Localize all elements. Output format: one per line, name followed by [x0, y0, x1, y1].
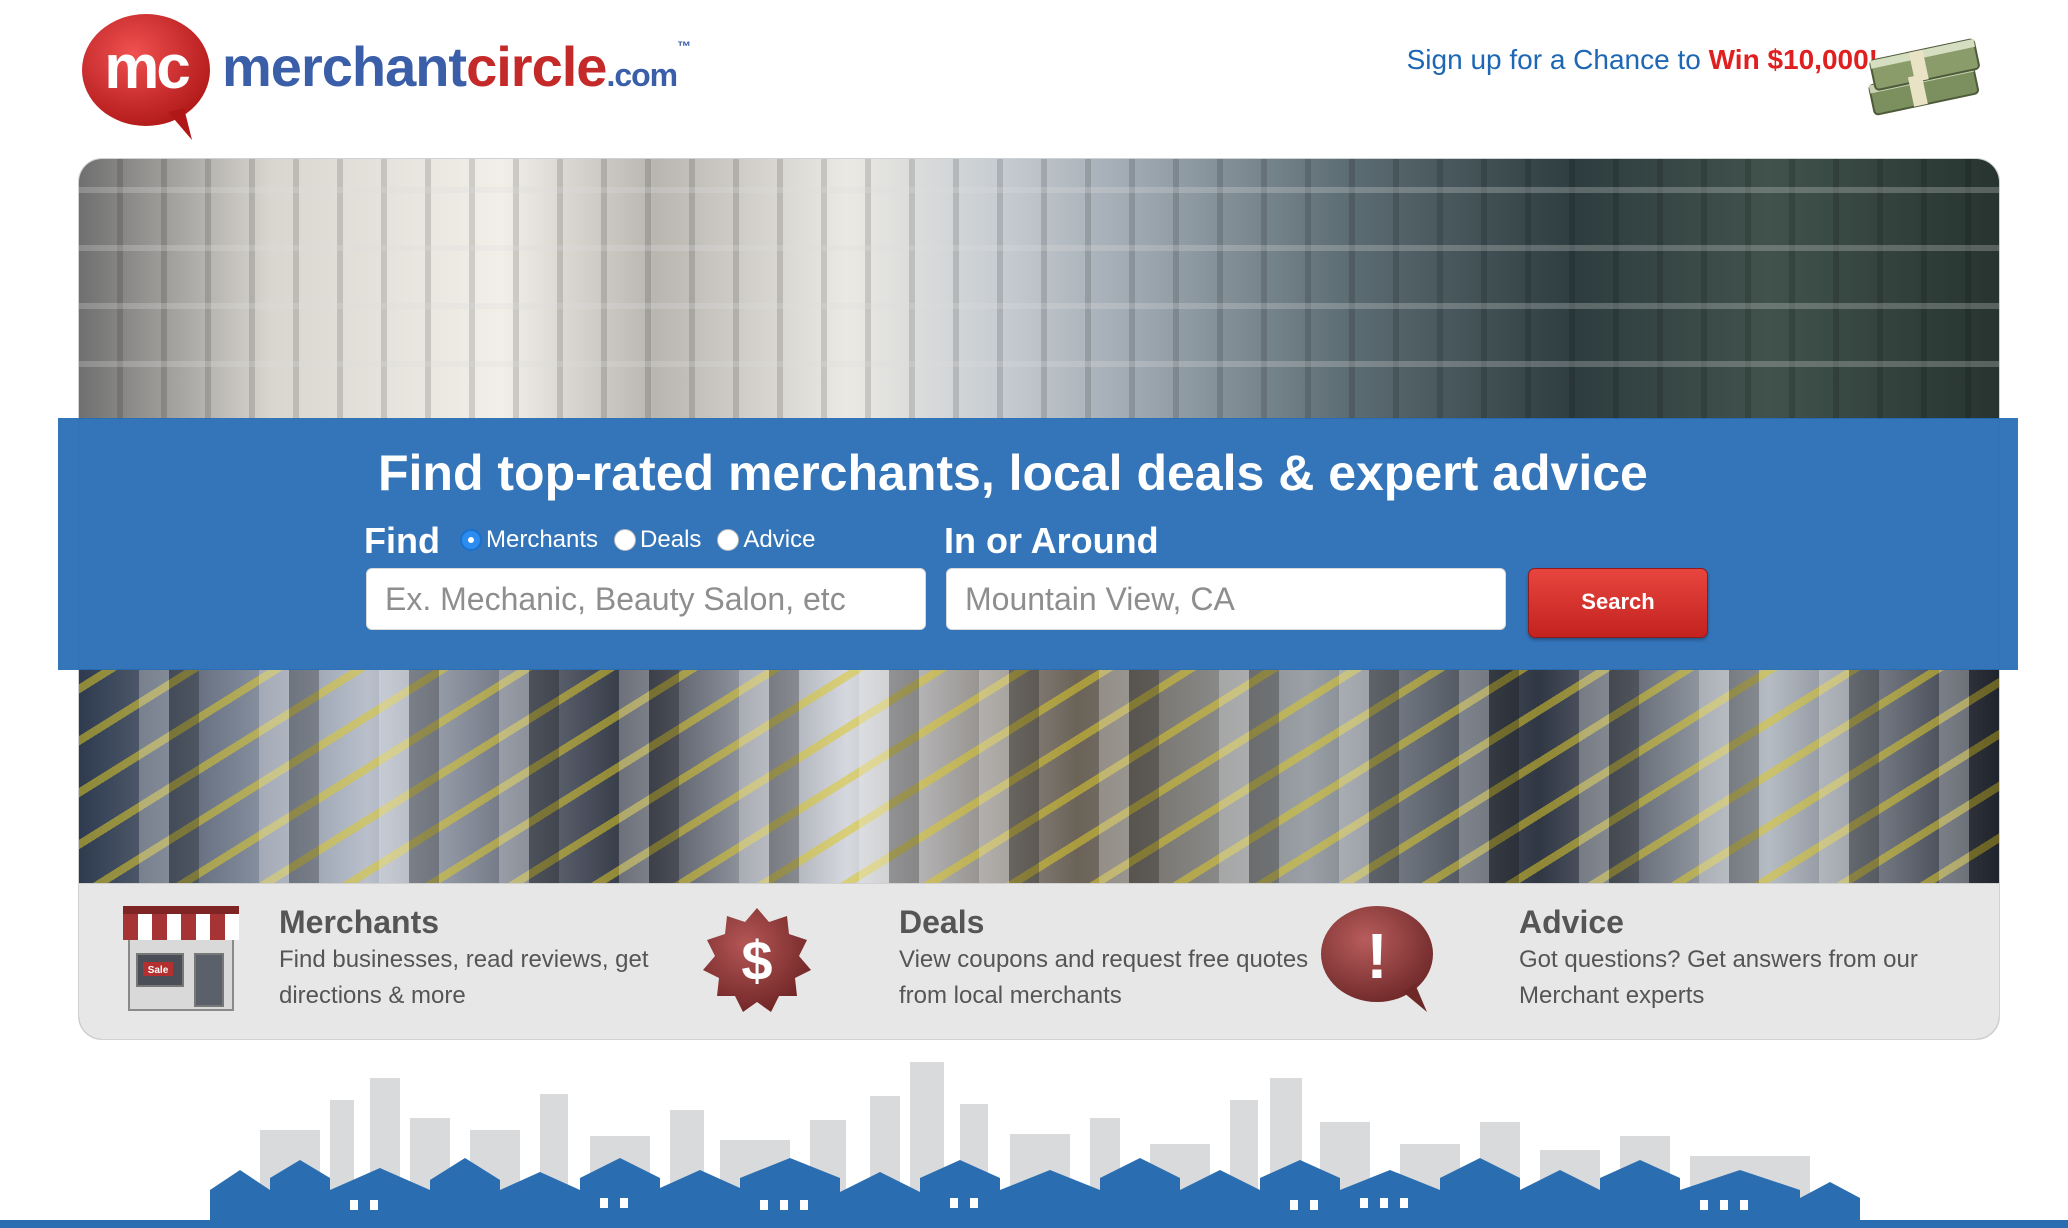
hero-headline: Find top-rated merchants, local deals & … — [378, 445, 1648, 501]
logo-word-merchant: merchant — [222, 34, 467, 98]
logo-trademark: ™ — [677, 37, 691, 54]
logo-word-circle: circle — [466, 34, 607, 98]
radio-label: Advice — [743, 526, 816, 553]
logo-badge-text: mc — [104, 33, 191, 102]
feature-title: Merchants — [279, 904, 440, 940]
dollar-sign: $ — [741, 929, 772, 992]
logo-wordmark: merchantcircle.com ™ — [222, 34, 691, 99]
storefront-icon: Sale — [123, 906, 239, 1011]
exclamation-mark: ! — [1366, 920, 1387, 992]
exclamation-bubble-icon: ! — [1321, 906, 1433, 1012]
promo-link[interactable]: Sign up for a Chance to Win $10,000! — [1407, 44, 1878, 76]
search-type-radios: Merchants Deals Advice — [460, 526, 831, 554]
radio-label: Deals — [640, 526, 702, 553]
storefront-sale-label: Sale — [148, 965, 169, 976]
radio-button[interactable] — [717, 529, 740, 551]
promo-text: Sign up for a Chance to — [1406, 44, 1709, 75]
features-bar: Sale Merchants Find businesses, read rev… — [79, 883, 1999, 1039]
radio-button-selected[interactable] — [460, 529, 482, 551]
radio-button[interactable] — [614, 529, 637, 551]
radio-advice[interactable]: Advice — [717, 526, 815, 554]
location-label: In or Around — [944, 520, 1159, 561]
cash-stack-icon[interactable] — [1854, 26, 1994, 126]
find-label: Find — [364, 520, 440, 561]
location-input[interactable] — [946, 568, 1506, 630]
logo-word-tld: .com — [606, 56, 678, 93]
search-panel: Find top-rated merchants, local deals & … — [58, 418, 2018, 670]
radio-label: Merchants — [486, 526, 599, 553]
site-logo[interactable]: mc merchantcircle.com ™ — [80, 8, 691, 140]
feature-description: View coupons and request free quotes fro… — [899, 946, 1309, 1009]
city-skyline-graphic — [0, 1062, 2068, 1228]
feature-description: Got questions? Get answers from our Merc… — [1519, 946, 1918, 1009]
promo-highlight: Win $10,000! — [1708, 44, 1878, 75]
radio-deals[interactable]: Deals — [614, 526, 701, 554]
search-button[interactable]: Search — [1528, 568, 1708, 638]
feature-title: Deals — [899, 904, 985, 940]
logo-badge-icon: mc — [80, 12, 212, 140]
dollar-badge-icon: $ — [703, 908, 811, 1012]
city-buildings-photo — [79, 159, 1999, 419]
feature-title: Advice — [1519, 904, 1624, 940]
search-input[interactable] — [366, 568, 926, 630]
radio-merchants[interactable]: Merchants — [460, 526, 598, 554]
feature-description: Find businesses, read reviews, get direc… — [279, 946, 649, 1009]
